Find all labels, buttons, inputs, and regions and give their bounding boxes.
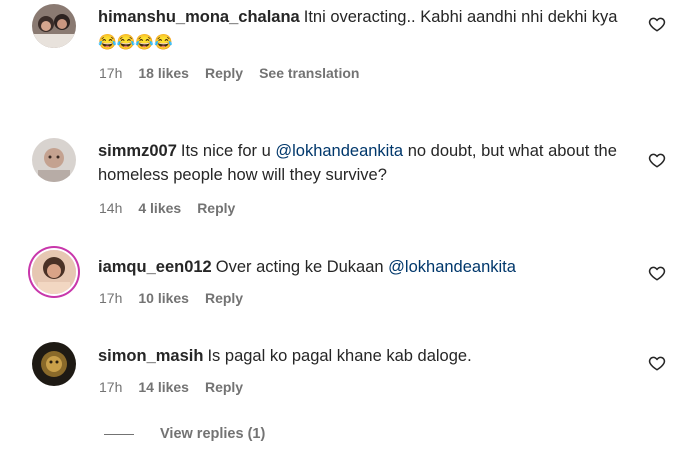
avatar[interactable]: [32, 250, 76, 294]
comment-text: himanshu_mona_chalana Itni overacting.. K…: [98, 5, 618, 53]
mention-link[interactable]: @lokhandeankita: [275, 142, 403, 160]
comment-meta: 17h 10 likes Reply: [99, 290, 259, 306]
comment-text: simon_masih Is pagal ko pagal khane kab d…: [98, 344, 618, 368]
reply-button[interactable]: Reply: [205, 65, 243, 81]
heart-outline-icon[interactable]: [648, 15, 666, 33]
comment-username[interactable]: simon_masih: [98, 347, 203, 365]
reply-button[interactable]: Reply: [205, 379, 243, 395]
replies-divider-line: [104, 433, 134, 435]
heart-outline-icon[interactable]: [648, 264, 666, 282]
view-replies-label: View replies (1): [160, 426, 266, 442]
comment-body: Itni overacting.. Kabhi aandhi nhi dekhi…: [303, 8, 618, 26]
likes-count[interactable]: 18 likes: [138, 65, 189, 81]
mention-link[interactable]: @lokhandeankita: [388, 258, 516, 276]
comment-emojis: 😂😂😂😂: [98, 34, 173, 51]
comment-age: 17h: [99, 379, 123, 395]
comment-text: iamqu_een012 Over acting ke Dukaan @lokha…: [98, 255, 618, 279]
heart-outline-icon[interactable]: [648, 354, 666, 372]
avatar[interactable]: [32, 138, 76, 182]
comment-meta: 17h 14 likes Reply: [99, 379, 259, 395]
comment-age: 17h: [99, 290, 123, 306]
avatar[interactable]: [32, 4, 76, 48]
comment-text: simmz007 Its nice for u @lokhandeankita n…: [98, 139, 618, 187]
comment-meta: 17h 18 likes Reply See translation: [99, 65, 375, 81]
comment-meta: 14h 4 likes Reply: [99, 200, 251, 216]
see-translation-button[interactable]: See translation: [259, 65, 359, 81]
comment-body: Is pagal ko pagal khane kab daloge.: [207, 347, 472, 365]
likes-count[interactable]: 10 likes: [138, 290, 189, 306]
comment-body: Its nice for u: [180, 142, 271, 160]
comment-username[interactable]: iamqu_een012: [98, 258, 212, 276]
comment-body: Over acting ke Dukaan: [215, 258, 384, 276]
avatar[interactable]: [32, 342, 76, 386]
comment-username[interactable]: himanshu_mona_chalana: [98, 8, 300, 26]
comment-username[interactable]: simmz007: [98, 142, 177, 160]
reply-button[interactable]: Reply: [197, 200, 235, 216]
view-replies-button[interactable]: View replies (1): [104, 426, 265, 442]
reply-button[interactable]: Reply: [205, 290, 243, 306]
likes-count[interactable]: 4 likes: [138, 200, 181, 216]
likes-count[interactable]: 14 likes: [138, 379, 189, 395]
heart-outline-icon[interactable]: [648, 151, 666, 169]
comment-age: 14h: [99, 200, 123, 216]
comment-age: 17h: [99, 65, 123, 81]
